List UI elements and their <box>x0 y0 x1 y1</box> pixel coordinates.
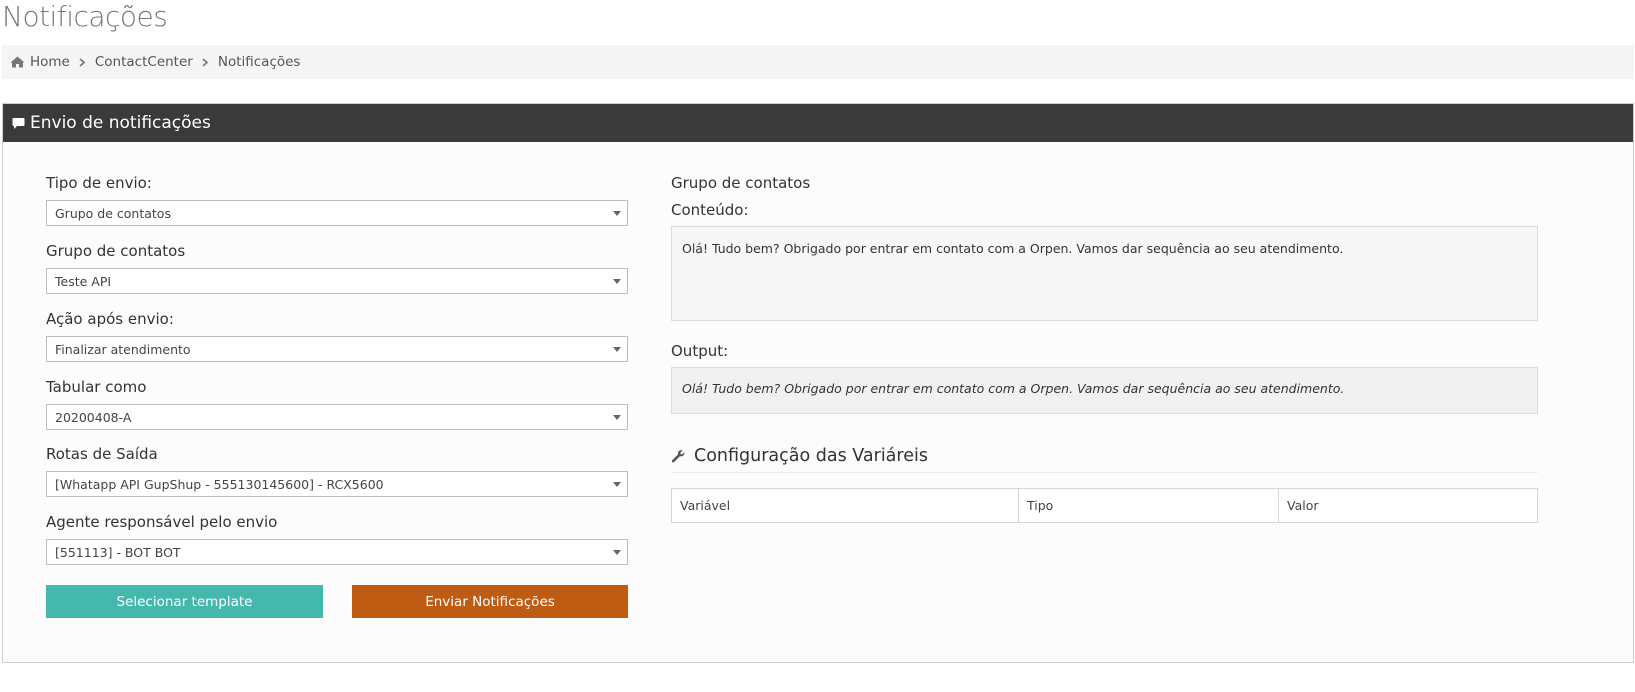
grupo-contatos-select[interactable]: Teste API <box>46 268 628 294</box>
output-preview: Olá! Tudo bem? Obrigado por entrar em co… <box>671 367 1538 414</box>
tipo-envio-value: Grupo de contatos <box>55 205 171 221</box>
grupo-contatos-label: Grupo de contatos <box>46 242 186 260</box>
variables-config-label: Configuração das Variáreis <box>694 446 928 466</box>
column-header-variavel: Variável <box>680 498 731 513</box>
column-header-tipo: Tipo <box>1018 489 1278 522</box>
output-label: Output: <box>671 342 729 360</box>
chevron-right-icon <box>202 57 208 67</box>
breadcrumb-item-notificacoes: Notificações <box>217 54 301 70</box>
breadcrumb-home[interactable]: Home <box>10 54 70 70</box>
agente-label: Agente responsável pelo envio <box>46 513 278 531</box>
variables-table: Variável Tipo Valor <box>671 488 1538 523</box>
panel-header: Envio de notificações <box>3 104 1633 142</box>
tipo-envio-label: Tipo de envio: <box>46 174 152 192</box>
variables-config-title: Configuração das Variáreis <box>671 446 928 466</box>
wrench-icon <box>671 449 686 464</box>
rotas-saida-label: Rotas de Saída <box>46 445 158 463</box>
caret-down-icon <box>613 550 621 555</box>
rotas-saida-value: [Whatapp API GupShup - 555130145600] - R… <box>55 476 384 492</box>
notifications-panel: Envio de notificações Tipo de envio: Gru… <box>2 103 1634 663</box>
grupo-contatos-value: Teste API <box>55 273 112 289</box>
caret-down-icon <box>613 211 621 216</box>
tabular-como-value: 20200408-A <box>55 409 132 425</box>
group-label: Grupo de contatos <box>671 174 811 192</box>
acao-apos-envio-value: Finalizar atendimento <box>55 341 191 357</box>
tipo-envio-select[interactable]: Grupo de contatos <box>46 200 628 226</box>
breadcrumb-item-contactcenter[interactable]: ContactCenter <box>95 54 193 70</box>
caret-down-icon <box>613 482 621 487</box>
acao-apos-envio-label: Ação após envio: <box>46 310 174 328</box>
tabular-como-label: Tabular como <box>46 378 147 396</box>
comment-icon <box>12 117 25 130</box>
chevron-right-icon <box>79 57 85 67</box>
column-header-valor: Valor <box>1278 489 1537 522</box>
home-icon <box>10 56 25 68</box>
caret-down-icon <box>613 347 621 352</box>
content-label: Conteúdo: <box>671 201 749 219</box>
rotas-saida-select[interactable]: [Whatapp API GupShup - 555130145600] - R… <box>46 471 628 497</box>
select-template-button[interactable]: Selecionar template <box>46 585 323 618</box>
tabular-como-select[interactable]: 20200408-A <box>46 404 628 430</box>
acao-apos-envio-select[interactable]: Finalizar atendimento <box>46 336 628 362</box>
page-title: Notificações <box>2 0 168 33</box>
agente-select[interactable]: [551113] - BOT BOT <box>46 539 628 565</box>
breadcrumb: Home ContactCenter Notificações <box>2 45 1634 79</box>
caret-down-icon <box>613 279 621 284</box>
caret-down-icon <box>613 415 621 420</box>
content-textarea[interactable]: Olá! Tudo bem? Obrigado por entrar em co… <box>671 226 1538 321</box>
agente-value: [551113] - BOT BOT <box>55 544 181 560</box>
panel-title: Envio de notificações <box>30 113 211 133</box>
divider <box>671 472 1538 473</box>
breadcrumb-home-label: Home <box>30 54 70 70</box>
send-notifications-button[interactable]: Enviar Notificações <box>352 585 628 618</box>
